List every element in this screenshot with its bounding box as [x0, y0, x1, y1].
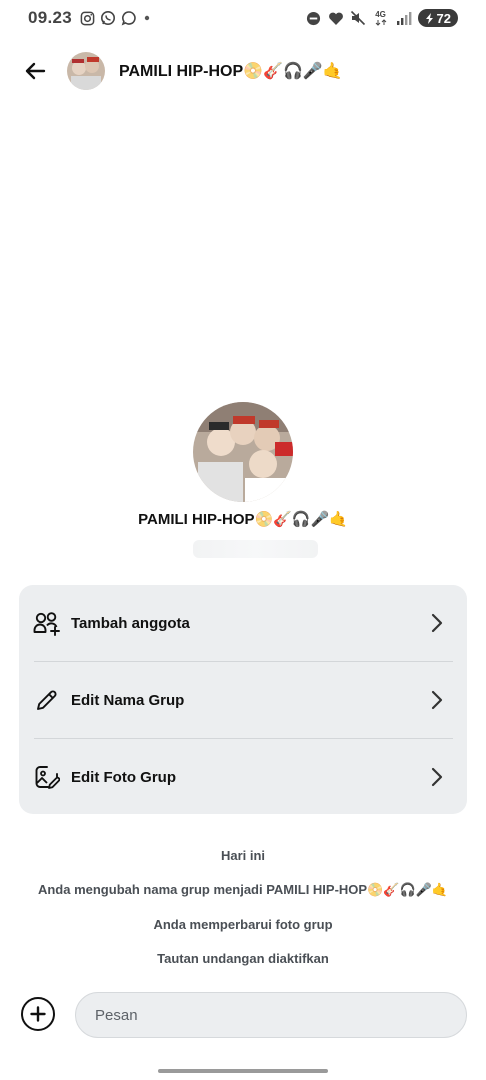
status-bar: 09.23 4G 72 — [0, 0, 486, 36]
dot-icon — [142, 13, 152, 23]
system-message-rename: Anda mengubah nama grup menjadi PAMILI H… — [0, 882, 486, 898]
group-avatar-small[interactable] — [67, 52, 105, 90]
plus-icon — [30, 1006, 46, 1022]
home-indicator[interactable] — [158, 1069, 328, 1073]
instagram-icon — [80, 11, 95, 26]
group-subtitle-placeholder — [193, 540, 318, 558]
dnd-icon — [306, 10, 322, 26]
edit-photo-icon — [32, 762, 62, 792]
message-input[interactable] — [75, 992, 467, 1038]
message-composer — [0, 992, 486, 1038]
chevron-right-icon — [427, 613, 447, 633]
group-actions-card: Tambah anggota Edit Nama Grup Edit Foto … — [19, 585, 467, 814]
system-message-photo: Anda memperbarui foto grup — [153, 917, 333, 932]
add-member-row[interactable]: Tambah anggota — [19, 585, 467, 661]
network-label: 4G — [375, 9, 386, 19]
back-button[interactable] — [17, 53, 53, 89]
system-icons: 4G 72 — [306, 9, 458, 27]
arrow-left-icon — [25, 62, 46, 80]
network-4g-icon: 4G — [372, 10, 390, 26]
rename-emojis: 📀🎸🎧🎤🤙 — [367, 882, 449, 897]
chevron-right-icon — [427, 690, 447, 710]
status-time: 09.23 — [28, 8, 73, 27]
rename-text: Anda mengubah nama grup menjadi PAMILI H… — [37, 882, 368, 897]
mute-icon — [350, 10, 366, 26]
battery-indicator: 72 — [417, 9, 458, 27]
group-photo[interactable] — [193, 402, 293, 502]
pencil-icon — [32, 685, 62, 715]
edit-group-photo-label: Edit Foto Grup — [71, 768, 176, 786]
chat-title-emojis: 📀🎸🎧🎤🤙 — [243, 63, 343, 80]
chat-bubble-icon — [121, 10, 137, 26]
signal-icon — [396, 10, 412, 26]
chevron-right-icon — [427, 767, 447, 787]
notification-icons — [80, 10, 152, 26]
edit-group-name-label: Edit Nama Grup — [71, 691, 185, 709]
edit-group-photo-row[interactable]: Edit Foto Grup — [19, 739, 467, 815]
whatsapp-icon — [100, 10, 116, 26]
add-member-icon — [32, 608, 62, 638]
edit-group-name-row[interactable]: Edit Nama Grup — [19, 662, 467, 738]
heart-icon — [328, 10, 344, 26]
chat-header: PAMILI HIP-HOP📀🎸🎧🎤🤙 — [0, 48, 486, 94]
chat-title[interactable]: PAMILI HIP-HOP📀🎸🎧🎤🤙 — [119, 61, 343, 81]
date-separator: Hari ini — [220, 848, 266, 863]
system-message-invite-link: Tautan undangan diaktifkan — [157, 951, 329, 966]
battery-level: 72 — [436, 10, 451, 26]
group-name: PAMILI HIP-HOP📀🎸🎧🎤🤙 — [0, 510, 486, 528]
group-name-emojis: 📀🎸🎧🎤🤙 — [254, 511, 348, 528]
attach-button[interactable] — [21, 997, 55, 1031]
add-member-label: Tambah anggota — [71, 614, 190, 632]
chat-title-text: PAMILI HIP-HOP — [119, 63, 244, 80]
group-name-text: PAMILI HIP-HOP — [138, 511, 255, 528]
